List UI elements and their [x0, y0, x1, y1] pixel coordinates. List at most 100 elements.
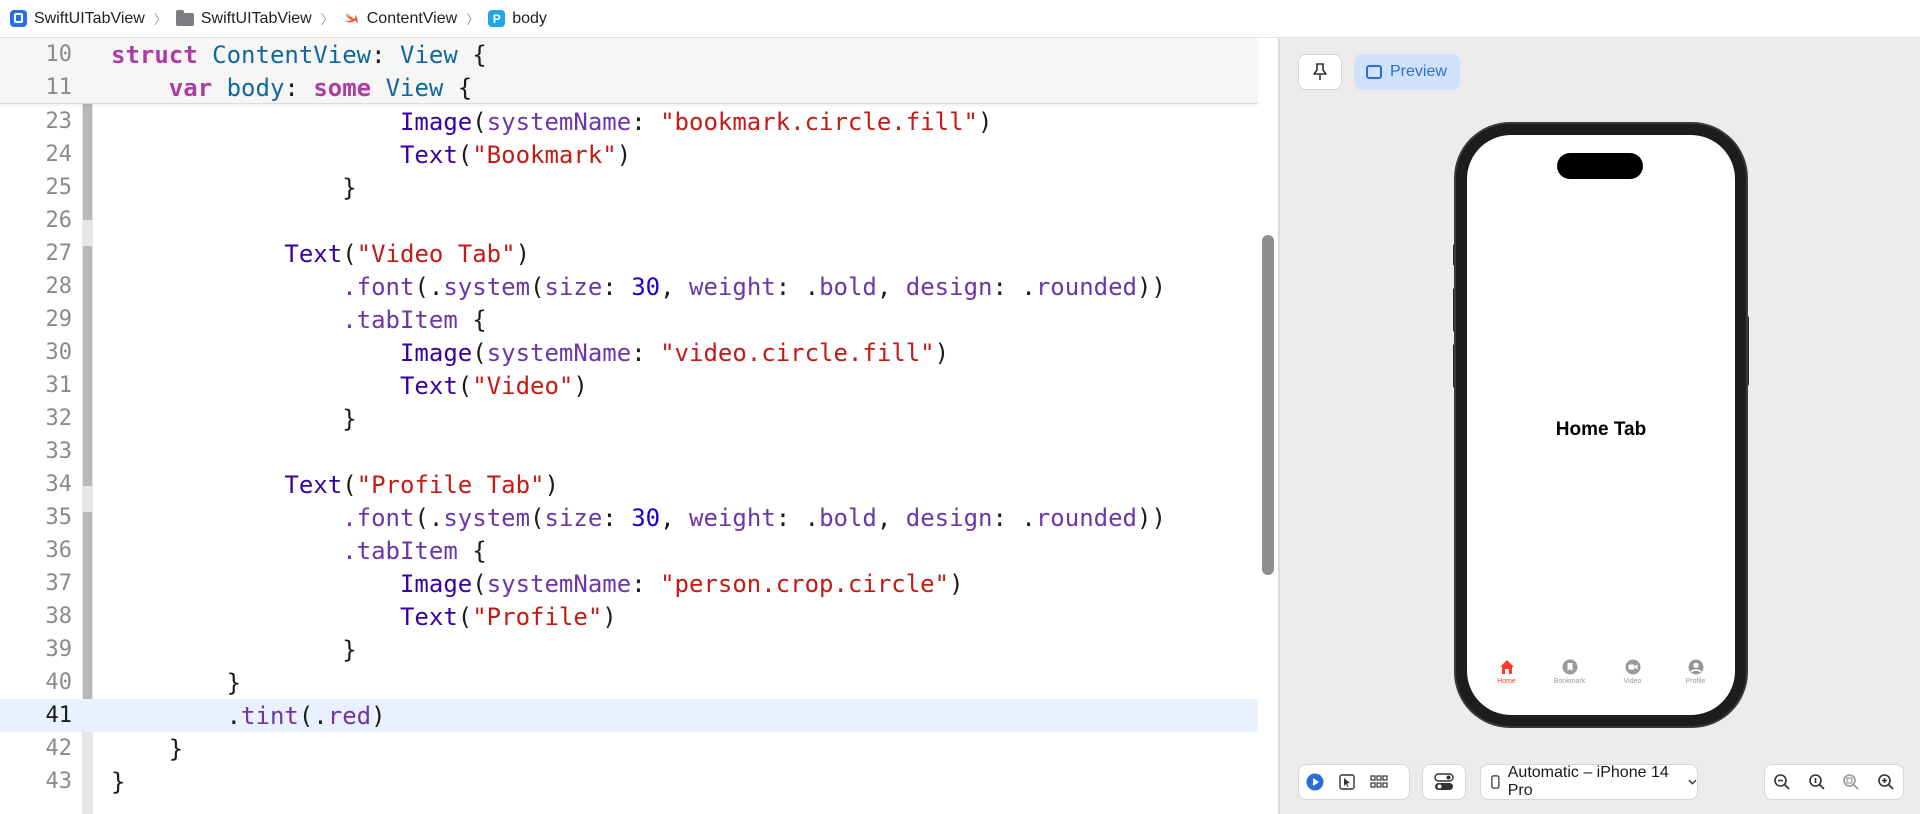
tab-video[interactable]: Video: [1605, 659, 1661, 715]
code-line[interactable]: 42 }: [0, 732, 1258, 765]
code-line[interactable]: 10 struct ContentView: View {: [0, 38, 1258, 71]
live-mode-button[interactable]: [1299, 765, 1331, 799]
breadcrumb-folder[interactable]: SwiftUITabView: [175, 9, 312, 28]
line-number: 34: [45, 472, 73, 497]
code-token: View: [385, 73, 444, 102]
zoom-in-button[interactable]: [1870, 765, 1902, 799]
code-line[interactable]: 39 }: [0, 633, 1258, 666]
code-token: .tabItem: [342, 536, 458, 565]
code-token: {: [457, 305, 487, 334]
code-token: ): [949, 569, 964, 598]
code-token: ): [977, 107, 993, 136]
code-token: (: [530, 503, 545, 532]
tab-bookmark[interactable]: Bookmark: [1542, 659, 1598, 715]
grid-icon: [1370, 775, 1388, 788]
code-text: Text("Bookmark"): [111, 141, 631, 169]
code-token: some: [313, 73, 372, 102]
tab-home[interactable]: Home: [1479, 659, 1535, 715]
tab-bar: Home Bookmark Video Profile: [1467, 645, 1735, 715]
breadcrumb-project[interactable]: SwiftUITabView: [10, 10, 145, 28]
code-line[interactable]: 30 Image(systemName: "video.circle.fill"…: [0, 336, 1258, 369]
code-token: .: [111, 701, 242, 730]
code-line[interactable]: 40 }: [0, 666, 1258, 699]
code-token: bold: [819, 272, 877, 301]
code-token: :: [284, 73, 314, 102]
zoom-out-button[interactable]: [1766, 765, 1798, 799]
code-token: :: [631, 107, 661, 136]
code-token: Image: [399, 107, 473, 136]
pin-icon: [1313, 63, 1327, 80]
code-token: ,: [876, 272, 906, 301]
code-text: var body: some View {: [111, 74, 472, 102]
code-token: system: [443, 272, 531, 301]
pin-preview-button[interactable]: [1298, 54, 1342, 90]
code-line[interactable]: 36 .tabItem {: [0, 534, 1258, 567]
code-line[interactable]: 38 Text("Profile"): [0, 600, 1258, 633]
line-number: 39: [45, 637, 73, 662]
zoom-out-icon: [1774, 774, 1790, 790]
code-token: "Video Tab": [356, 239, 516, 268]
code-token: )): [1137, 503, 1166, 532]
breadcrumb-file[interactable]: ContentView: [343, 10, 457, 28]
iphone-icon: [1491, 775, 1500, 789]
code-token: (.: [298, 701, 328, 730]
code-token: ): [616, 140, 632, 169]
tab-bookmark-label: Bookmark: [1553, 678, 1586, 685]
device-selector[interactable]: Automatic – iPhone 14 Pro: [1480, 764, 1698, 800]
code-token: "Video": [472, 371, 574, 400]
chevron-down-icon: [1688, 779, 1697, 785]
preview-mode-button[interactable]: Preview: [1354, 54, 1460, 90]
code-token: ): [371, 701, 386, 730]
zoom-actual-size-button[interactable]: [1801, 765, 1833, 799]
canvas-settings-button[interactable]: [1422, 764, 1466, 800]
code-line[interactable]: 37 Image(systemName: "person.crop.circle…: [0, 567, 1258, 600]
code-token: design: [905, 272, 993, 301]
breadcrumb-folder-label: SwiftUITabView: [200, 9, 312, 27]
code-line[interactable]: 26: [0, 204, 1258, 237]
code-line[interactable]: 34 Text("Profile Tab"): [0, 468, 1258, 501]
house-fill-icon: [1499, 660, 1514, 674]
code-line[interactable]: 32 }: [0, 402, 1258, 435]
code-line[interactable]: 27 Text("Video Tab"): [0, 237, 1258, 270]
zoom-to-fit-button[interactable]: [1835, 765, 1867, 799]
code-line[interactable]: 41 .tint(.red): [0, 699, 1258, 732]
cursor-select-icon: [1339, 774, 1355, 790]
code-token: Text: [284, 239, 343, 268]
code-token: Image: [399, 569, 473, 598]
code-token: (: [530, 272, 545, 301]
tab-profile[interactable]: Profile: [1668, 659, 1724, 715]
device-screen[interactable]: Home Tab Home Bookmark Video Profile: [1467, 135, 1735, 715]
code-line[interactable]: 29 .tabItem {: [0, 303, 1258, 336]
code-line[interactable]: 43}: [0, 765, 1258, 798]
code-line[interactable]: 24 Text("Bookmark"): [0, 138, 1258, 171]
code-token: weight: [689, 503, 776, 532]
code-line[interactable]: 33: [0, 435, 1258, 468]
code-token: Image: [399, 338, 473, 367]
code-token: ,: [876, 503, 906, 532]
code-text: .tint(.red): [111, 702, 386, 730]
selectable-mode-button[interactable]: [1331, 765, 1363, 799]
preview-mode-label: Preview: [1390, 63, 1447, 80]
code-line[interactable]: 28 .font(.system(size: 30, weight: .bold…: [0, 270, 1258, 303]
preview-canvas: Preview Home Tab Home Bookmark Video Pro…: [1280, 38, 1920, 814]
code-token: Text: [399, 602, 458, 631]
code-line[interactable]: 25 }: [0, 171, 1258, 204]
variants-button[interactable]: [1363, 765, 1395, 799]
folder-icon: [175, 10, 194, 26]
zoom-actual-icon: [1808, 774, 1825, 790]
code-token: (: [342, 470, 357, 499]
source-editor[interactable]: 10 struct ContentView: View {11 var body:…: [0, 38, 1258, 814]
code-line[interactable]: 31 Text("Video"): [0, 369, 1258, 402]
editor-scrollbar[interactable]: [1262, 235, 1274, 575]
code-line[interactable]: 11 var body: some View {: [0, 71, 1258, 104]
preview-mode-controls: [1298, 764, 1410, 800]
breadcrumb-symbol[interactable]: P body: [488, 10, 547, 28]
code-token: : .: [992, 272, 1036, 301]
code-text: }: [111, 636, 356, 664]
code-line[interactable]: 35 .font(.system(size: 30, weight: .bold…: [0, 501, 1258, 534]
code-line[interactable]: 23 Image(systemName: "bookmark.circle.fi…: [0, 105, 1258, 138]
